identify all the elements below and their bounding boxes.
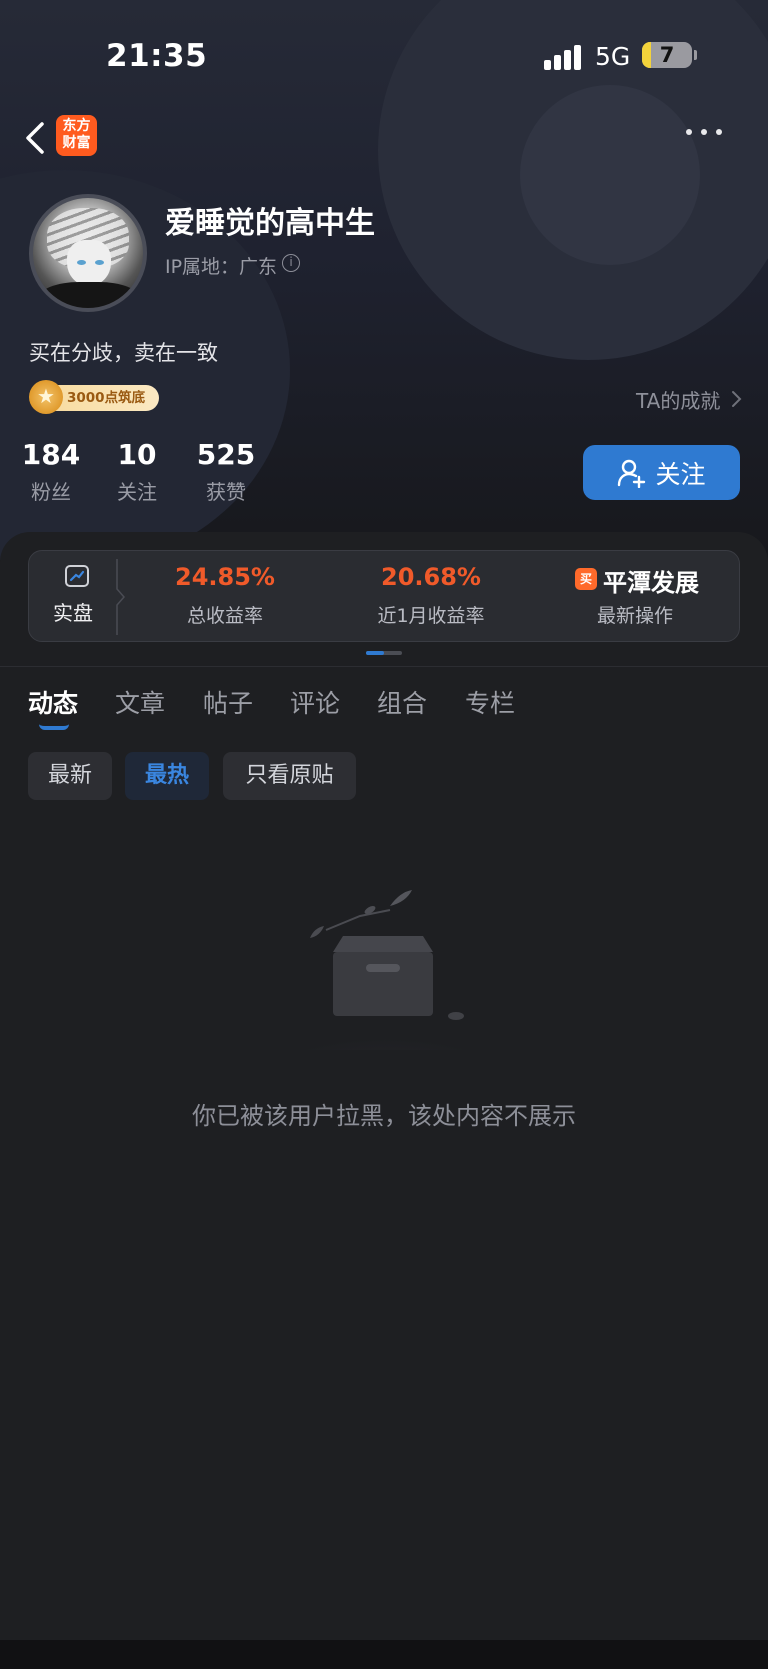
status-bar: 21:35 5G 7 [0, 0, 768, 110]
month-return-label: 近1月收益率 [377, 605, 485, 627]
chevron-right-icon [732, 391, 742, 407]
status-time: 21:35 [106, 38, 208, 74]
follow-button-label: 关注 [655, 459, 706, 489]
ip-location: IP属地：广东 [165, 256, 278, 278]
bio: 买在分歧，卖在一致 [29, 341, 218, 365]
likes-label: 获赞 [206, 480, 246, 504]
latest-op-stock[interactable]: 平潭发展 [603, 563, 699, 598]
following-label: 关注 [117, 480, 157, 504]
active-tab-indicator [39, 724, 69, 730]
tab-articles[interactable]: 文章 [115, 684, 165, 720]
followers-count[interactable]: 184 [20, 438, 82, 471]
back-icon[interactable] [22, 118, 50, 158]
signal-icon [544, 44, 584, 70]
username: 爱睡觉的高中生 [165, 206, 375, 241]
app-logo-text: 东方 [62, 118, 91, 134]
empty-box-illustration [255, 890, 515, 1050]
achievements-link[interactable]: TA的成就 [636, 385, 720, 414]
trend-chart-icon [65, 565, 89, 587]
info-icon[interactable]: i [282, 254, 300, 272]
app-logo[interactable]: 东方 财富 [56, 115, 97, 156]
tab-columns[interactable]: 专栏 [465, 684, 515, 720]
follow-button[interactable]: 关注 [583, 445, 740, 500]
followers-label: 粉丝 [31, 480, 71, 504]
tab-comments[interactable]: 评论 [290, 684, 340, 720]
buy-tag: 买 [575, 568, 597, 590]
network-type: 5G [595, 42, 631, 71]
empty-state-message: 你已被该用户拉黑，该处内容不展示 [192, 1102, 576, 1130]
battery-level: 7 [659, 43, 675, 67]
more-icon[interactable] [686, 126, 722, 138]
app-logo-text: 财富 [62, 135, 91, 151]
portfolio-summary-card[interactable]: 实盘 24.85% 总收益率 20.68% 近1月收益率 买 平潭发展 最新操作 [28, 550, 740, 642]
total-return-label: 总收益率 [186, 605, 263, 627]
live-trading-label: 实盘 [53, 601, 93, 625]
tab-portfolios[interactable]: 组合 [377, 684, 427, 720]
latest-op-label: 最新操作 [597, 605, 674, 627]
battery-tip [694, 50, 697, 60]
likes-count: 525 [196, 438, 256, 471]
month-return-value: 20.68% [381, 563, 481, 591]
battery-icon: 7 [642, 42, 692, 68]
following-count[interactable]: 10 [108, 438, 166, 471]
divider [0, 666, 768, 667]
medal-icon [29, 380, 63, 414]
filter-latest[interactable]: 最新 [28, 752, 112, 800]
page-indicator [366, 651, 402, 655]
bottom-bar [0, 1640, 768, 1669]
total-return-value: 24.85% [175, 563, 275, 591]
add-user-icon [618, 459, 646, 488]
decor-smile-icon [520, 85, 700, 265]
tab-dynamics[interactable]: 动态 [28, 684, 78, 720]
tab-posts[interactable]: 帖子 [203, 684, 253, 720]
avatar[interactable] [29, 194, 147, 312]
filter-hottest[interactable]: 最热 [125, 752, 209, 800]
filter-original-only[interactable]: 只看原贴 [223, 752, 356, 800]
